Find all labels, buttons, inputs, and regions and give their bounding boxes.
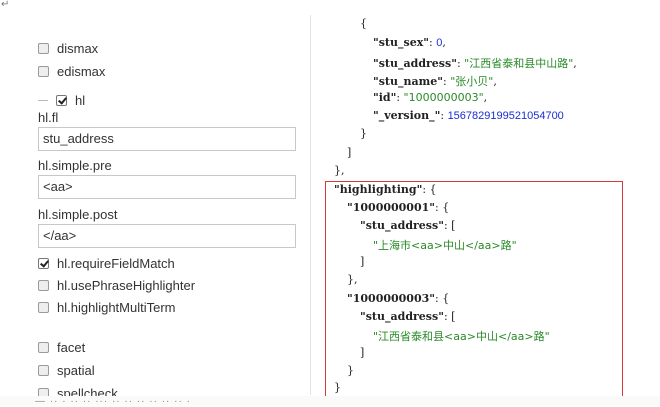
highlighting-annotation-box (325, 181, 623, 398)
json-string: "江西省泰和县中山路" (464, 57, 574, 70)
json-key: "stu_sex" (373, 36, 429, 49)
bottom-cut-text: — ·· · ·· ·· ··· ·· ·· ·· ·· ·· ·· · (35, 396, 191, 407)
json-key: "_version_" (373, 109, 441, 122)
json-string: "1000000003" (403, 91, 484, 104)
json-number: 0 (436, 37, 443, 49)
json-string: "张小贝" (450, 75, 494, 88)
json-key: "id" (373, 91, 397, 104)
json-line-address: "stu_address": "江西省泰和县中山路", (373, 57, 577, 70)
json-key: "stu_address" (373, 57, 457, 70)
json-key: "stu_name" (373, 75, 443, 88)
json-number: 1567829199521054700 (447, 110, 564, 122)
json-close-bracket: ] (347, 146, 352, 159)
json-close-brace: } (360, 127, 367, 140)
json-line-id: "id": "1000000003", (373, 91, 488, 104)
json-close-obj: }, (334, 164, 345, 177)
json-line-version: "_version_": 1567829199521054700 (373, 109, 564, 122)
json-line-sex: "stu_sex": 0, (373, 36, 446, 49)
json-line-name: "stu_name": "张小贝", (373, 75, 497, 88)
json-open-brace: { (360, 17, 367, 30)
